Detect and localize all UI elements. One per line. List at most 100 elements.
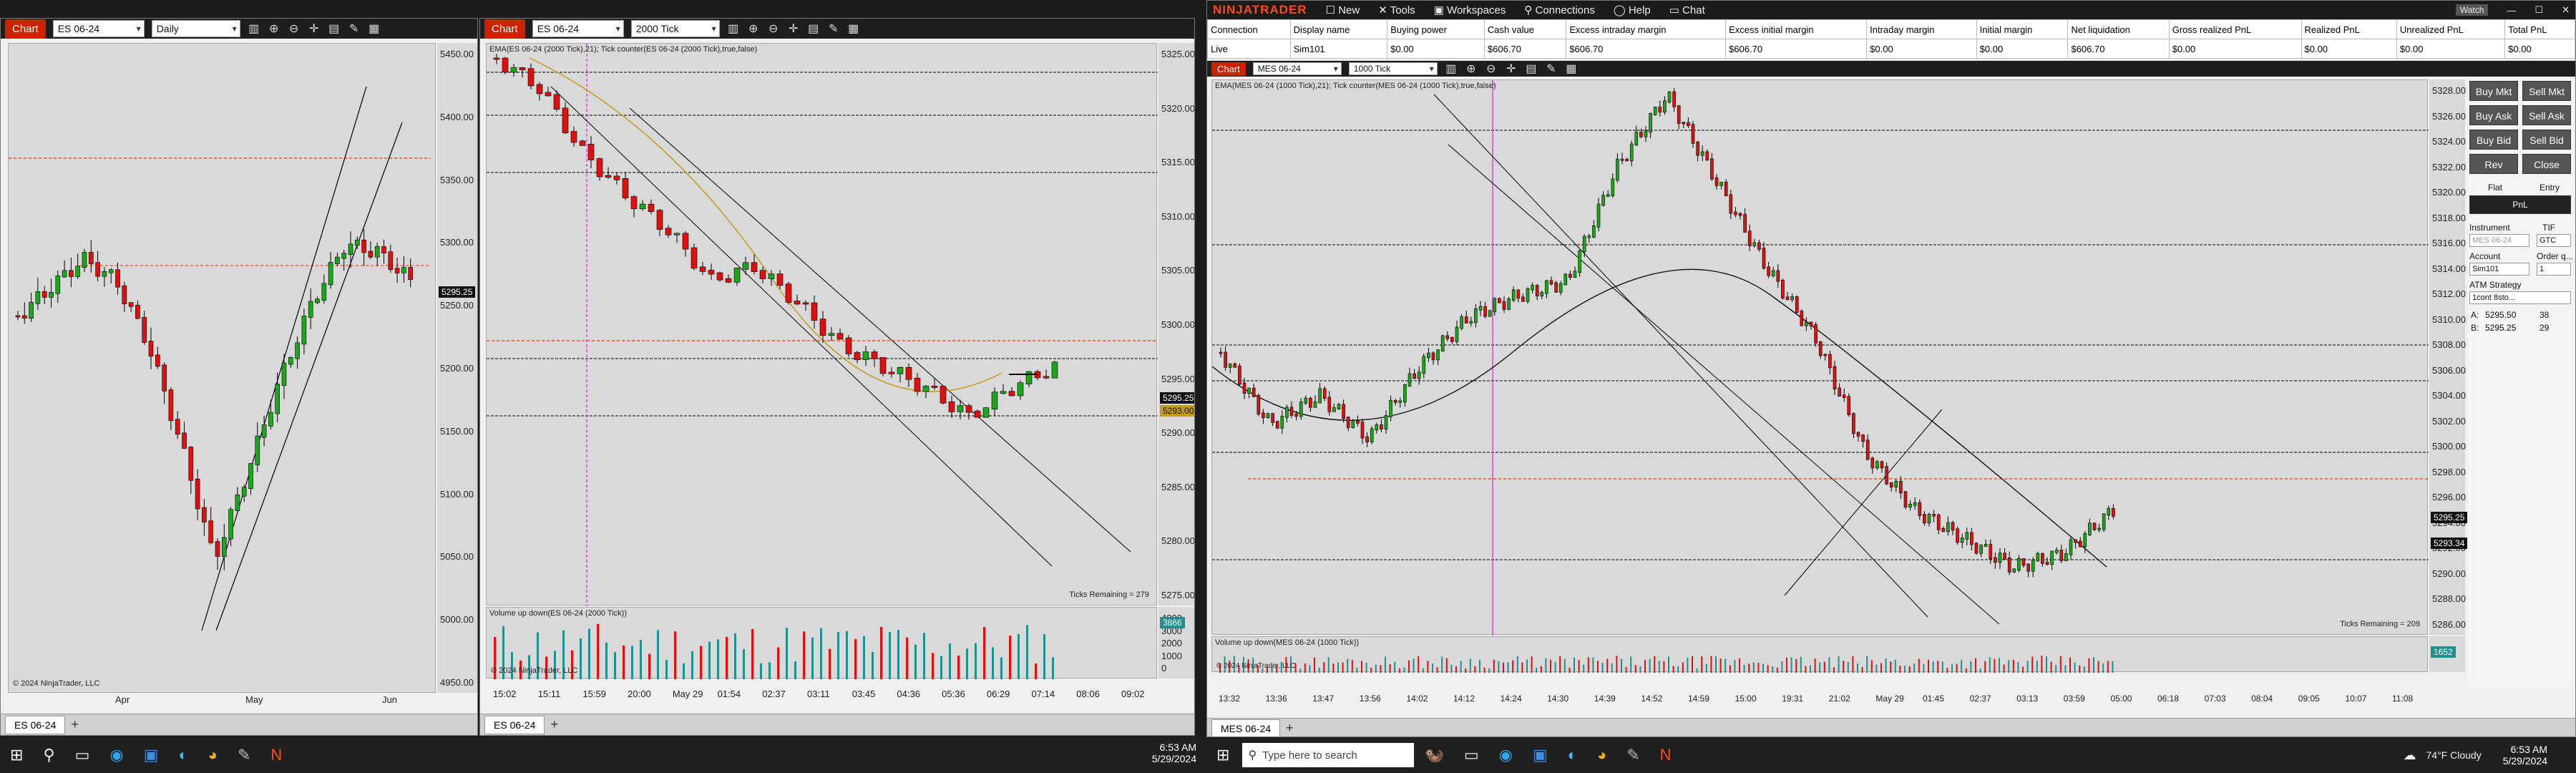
middle-instrument-select[interactable]: ES 06-24: [532, 20, 624, 37]
bars-icon[interactable]: ▥: [248, 21, 260, 36]
strategy-icon[interactable]: ▦: [368, 21, 381, 36]
zoom-in-icon[interactable]: ⊕: [747, 21, 760, 36]
menu-new[interactable]: ☐ New: [1326, 4, 1360, 16]
zoom-in-icon[interactable]: ⊕: [268, 21, 280, 36]
crosshair-icon[interactable]: ✛: [308, 21, 321, 36]
maximize-icon[interactable]: ☐: [2534, 4, 2543, 16]
middle-chart-tab[interactable]: Chart: [484, 19, 525, 39]
add-tab-icon[interactable]: +: [71, 717, 79, 732]
grid-header-cell[interactable]: Connection: [1207, 19, 1291, 39]
strategy-icon[interactable]: ▦: [847, 21, 860, 36]
taskbar-search-box[interactable]: ⚲ Type here to search: [1242, 743, 1415, 767]
right-instrument-select[interactable]: MES 06-24: [1252, 62, 1342, 75]
grid-header-cell[interactable]: Excess initial margin: [1725, 19, 1868, 39]
grid-header-cell[interactable]: Gross realized PnL: [2168, 19, 2302, 39]
accounts-grid-row[interactable]: Live Sim101 $0.00 $606.70 $606.70 $606.70 $0.0…: [1207, 39, 2575, 59]
photos-icon[interactable]: ◐: [178, 746, 187, 764]
bars-icon[interactable]: ▥: [727, 21, 740, 36]
menu-chat[interactable]: ▭ Chat: [1669, 4, 1705, 16]
drawing-tools-icon[interactable]: ✎: [827, 21, 840, 36]
store-icon[interactable]: ▣: [1533, 746, 1548, 764]
buy-bid-button[interactable]: Buy Bid: [2469, 130, 2518, 150]
menu-connections[interactable]: ⚲ Connections: [1524, 4, 1595, 16]
close-icon[interactable]: ✕: [2562, 4, 2570, 16]
middle-volume-panel[interactable]: Volume up down(ES 06-24 (2000 Tick)) © 2…: [486, 607, 1157, 679]
close-position-button[interactable]: Close: [2522, 154, 2571, 174]
watch-button[interactable]: Watch: [2455, 4, 2489, 16]
properties-icon[interactable]: ▤: [328, 21, 341, 36]
accounts-grid[interactable]: Connection Display name Buying power Cash v…: [1207, 19, 2575, 59]
grid-header-cell[interactable]: Excess intraday margin: [1566, 19, 1727, 39]
add-tab-icon[interactable]: +: [550, 717, 558, 732]
search-icon[interactable]: ⚲: [43, 746, 54, 764]
grid-header-cell[interactable]: Realized PnL: [2301, 19, 2397, 39]
tif-select[interactable]: GTC: [2537, 234, 2571, 247]
crosshair-icon[interactable]: ✛: [1505, 62, 1518, 76]
zoom-in-icon[interactable]: ⊕: [1465, 62, 1478, 76]
sell-market-button[interactable]: Sell Mkt: [2522, 81, 2571, 101]
right-chart-tab[interactable]: Chart: [1211, 62, 1246, 76]
atm-strategy-select[interactable]: 1cont 8sto...: [2469, 291, 2571, 304]
add-tab-icon[interactable]: +: [1286, 721, 1294, 736]
left-price-axis[interactable]: 5450.00 5400.00 5350.00 5300.00 5250.00 5200.…: [437, 43, 477, 693]
menu-tools[interactable]: ✕ Tools: [1378, 4, 1415, 16]
zoom-out-icon[interactable]: ⊖: [288, 21, 301, 36]
grid-header-cell[interactable]: Intraday margin: [1866, 19, 1977, 39]
buy-ask-button[interactable]: Buy Ask: [2469, 105, 2518, 125]
right-price-axis[interactable]: 5328.00 5326.00 5324.00 5322.00 5320.00 5318.…: [2429, 79, 2468, 635]
grid-header-cell[interactable]: Total PnL: [2504, 19, 2575, 39]
app-icon[interactable]: ✎: [238, 746, 250, 764]
grid-header-cell[interactable]: Display name: [1289, 19, 1388, 39]
grid-header-cell[interactable]: Unrealized PnL: [2396, 19, 2506, 39]
middle-price-plot[interactable]: EMA(ES 06-24 (2000 Tick),21); Tick count…: [486, 43, 1158, 606]
right-interval-select[interactable]: 1000 Tick: [1348, 62, 1438, 75]
edge-icon[interactable]: ◉: [1499, 746, 1513, 764]
properties-icon[interactable]: ▤: [807, 21, 820, 36]
minimize-icon[interactable]: —: [2507, 5, 2516, 16]
zoom-out-icon[interactable]: ⊖: [1485, 62, 1498, 76]
photos-icon[interactable]: ◐: [1568, 746, 1577, 764]
grid-header-cell[interactable]: Buying power: [1387, 19, 1485, 39]
account-select[interactable]: Sim101: [2469, 263, 2529, 276]
left-tab-es[interactable]: ES 06-24: [5, 715, 66, 734]
chrome-icon[interactable]: ◕: [1597, 746, 1606, 764]
sell-bid-button[interactable]: Sell Bid: [2522, 130, 2571, 150]
drawing-tools-icon[interactable]: ✎: [1545, 62, 1558, 76]
grid-header-cell[interactable]: Cash value: [1483, 19, 1567, 39]
zoom-out-icon[interactable]: ⊖: [767, 21, 780, 36]
middle-interval-select[interactable]: 2000 Tick: [630, 20, 720, 37]
task-view-icon[interactable]: ▭: [1464, 746, 1479, 764]
windows-start-icon[interactable]: ⊞: [1216, 746, 1229, 764]
reverse-button[interactable]: Rev: [2469, 154, 2518, 174]
grid-header-cell[interactable]: Initial margin: [1976, 19, 2069, 39]
left-chart-tab[interactable]: Chart: [5, 19, 46, 39]
crosshair-icon[interactable]: ✛: [787, 21, 800, 36]
right-tab-mes[interactable]: MES 06-24: [1211, 719, 1281, 736]
windows-start-icon[interactable]: ⊞: [10, 746, 23, 764]
middle-price-axis[interactable]: 5325.00 5320.00 5315.00 5310.00 5305.00 5300.…: [1158, 43, 1194, 606]
menu-workspaces[interactable]: ▣ Workspaces: [1434, 4, 1506, 16]
grid-header-cell[interactable]: Net liquidation: [2067, 19, 2170, 39]
left-instrument-select[interactable]: ES 06-24: [52, 20, 145, 37]
right-price-plot[interactable]: EMA(MES 06-24 (1000 Tick),21); Tick coun…: [1211, 79, 2429, 636]
left-interval-select[interactable]: Daily: [151, 20, 240, 37]
drawing-tools-icon[interactable]: ✎: [348, 21, 361, 36]
task-view-icon[interactable]: ▭: [75, 746, 90, 764]
ninjatrader-taskbar-icon[interactable]: N: [1660, 746, 1672, 764]
buy-market-button[interactable]: Buy Mkt: [2469, 81, 2518, 101]
app-icon[interactable]: ✎: [1626, 746, 1639, 764]
strategy-icon[interactable]: ▦: [1565, 62, 1578, 76]
bars-icon[interactable]: ▥: [1445, 62, 1458, 76]
menu-help[interactable]: ◯ Help: [1614, 4, 1651, 16]
left-price-plot[interactable]: © 2024 NinjaTrader, LLC: [8, 43, 436, 693]
properties-icon[interactable]: ▤: [1525, 62, 1538, 76]
middle-tab-es[interactable]: ES 06-24: [484, 715, 545, 734]
store-icon[interactable]: ▣: [144, 746, 159, 764]
sell-ask-button[interactable]: Sell Ask: [2522, 105, 2571, 125]
instrument-field[interactable]: MES 06-24: [2469, 234, 2529, 247]
chrome-icon[interactable]: ◕: [208, 746, 218, 764]
right-volume-panel[interactable]: Volume up down(MES 06-24 (1000 Tick)) © …: [1211, 636, 2428, 673]
ninjatrader-taskbar-icon[interactable]: N: [270, 746, 282, 764]
quantity-stepper[interactable]: 1: [2537, 263, 2571, 276]
edge-icon[interactable]: ◉: [109, 746, 123, 764]
